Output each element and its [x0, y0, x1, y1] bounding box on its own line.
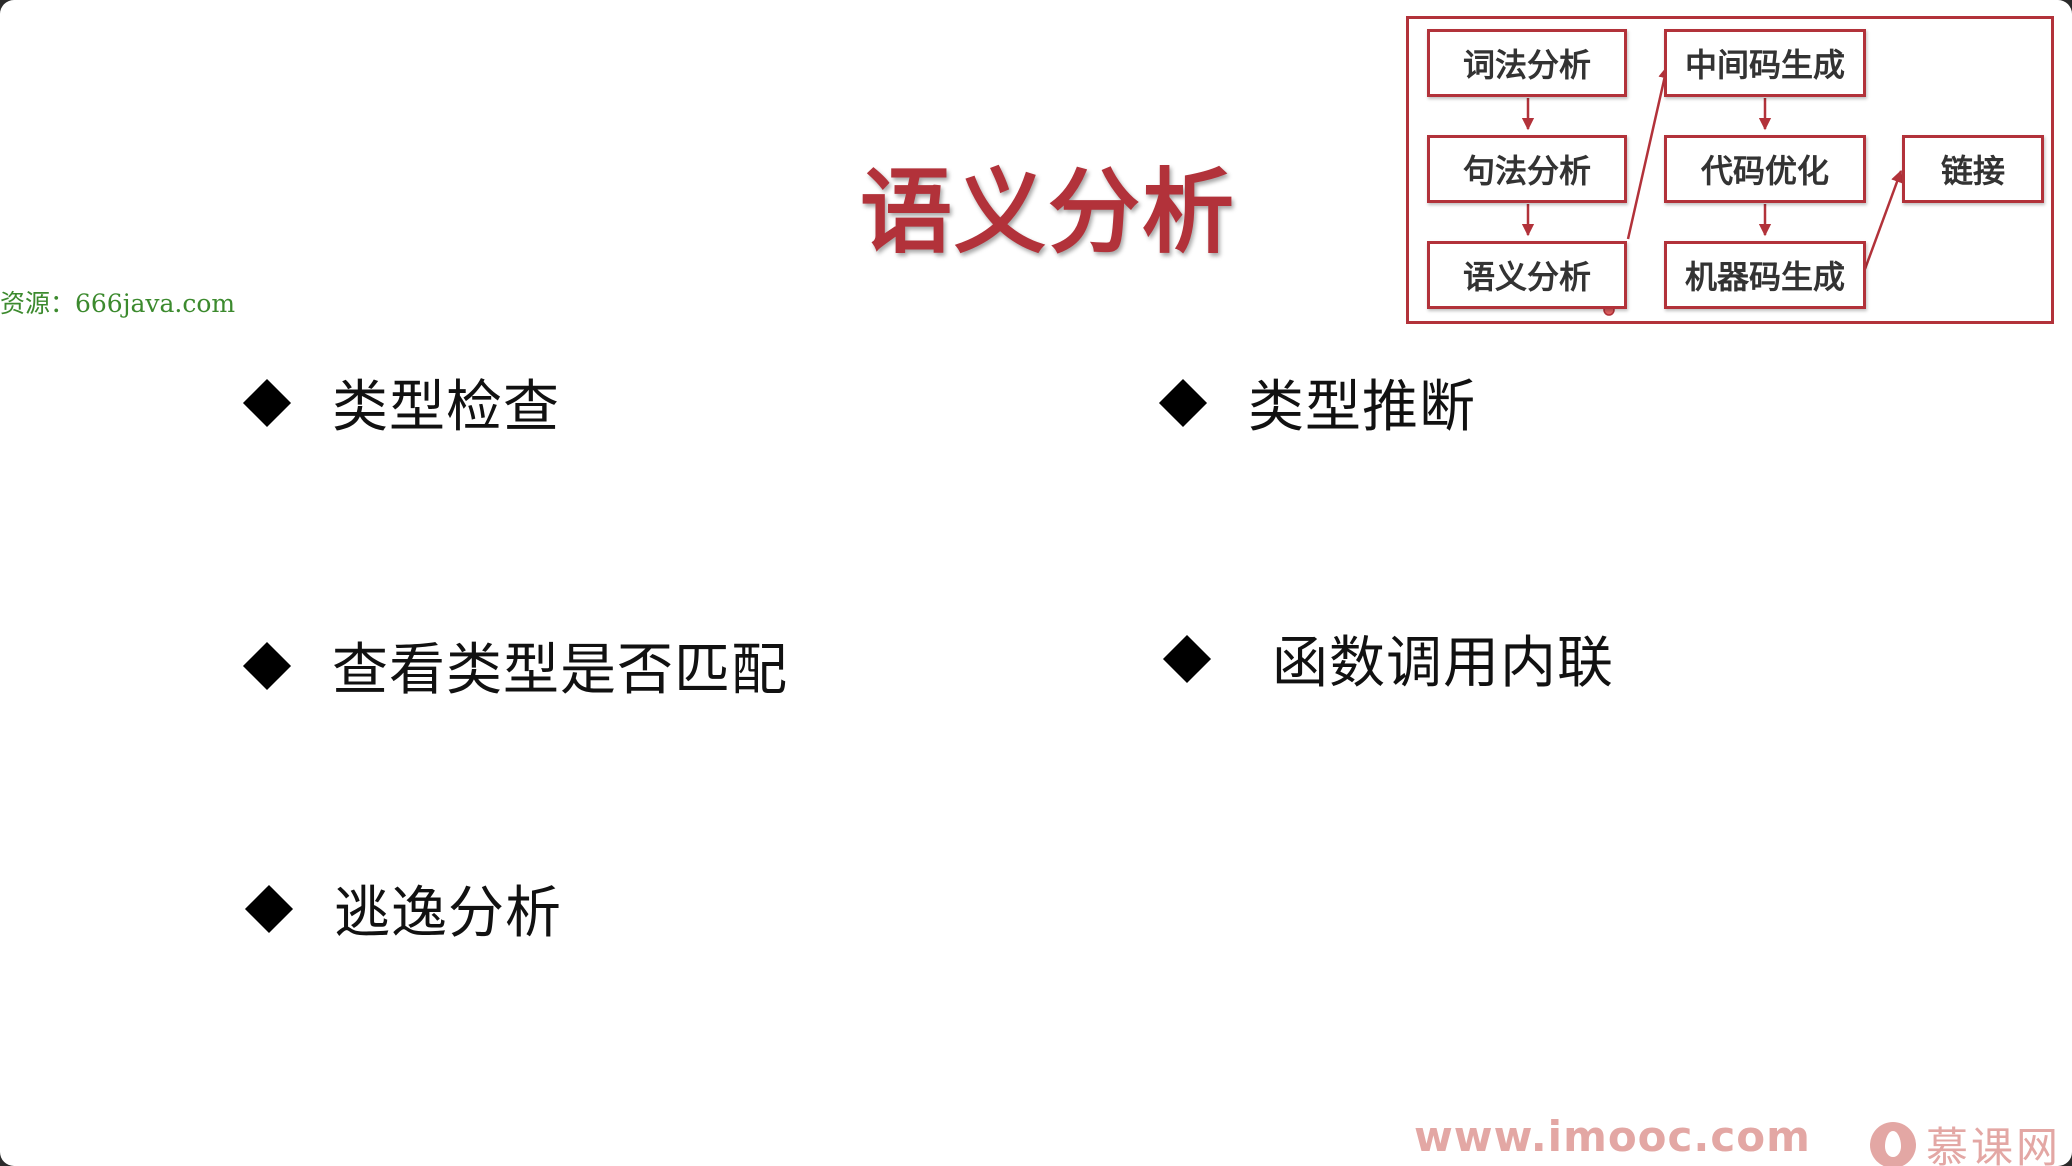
stage-linking: 链接	[1902, 135, 2044, 203]
diamond-bullet-icon	[242, 378, 292, 427]
stage-machine-code-generation: 机器码生成	[1664, 241, 1866, 309]
arrow-semantic-to-irgen	[1626, 65, 1671, 240]
slide-title: 语义分析	[860, 159, 1237, 266]
bullet-text: 查看类型是否匹配	[332, 638, 788, 703]
arrow-machine-to-link	[1863, 169, 1903, 270]
bullet-text: 逃逸分析	[334, 881, 562, 946]
diamond-bullet-icon	[1158, 378, 1208, 427]
diamond-bullet-icon	[244, 884, 294, 933]
footer-brand-watermark: 慕课网	[1870, 1114, 2061, 1166]
stage-semantic-analysis: 语义分析	[1427, 241, 1627, 309]
footer-brand-text: 慕课网	[1926, 1123, 2062, 1166]
diamond-bullet-icon	[1162, 634, 1212, 683]
stage-ir-generation: 中间码生成	[1664, 29, 1866, 97]
bullet-function-inline: 函数调用内联	[1162, 618, 1614, 699]
flame-logo-icon	[1870, 1121, 1916, 1166]
bullet-escape-analysis: 逃逸分析	[244, 868, 562, 949]
stage-syntax-analysis: 句法分析	[1427, 135, 1627, 203]
bullet-type-match: 查看类型是否匹配	[242, 625, 788, 706]
bullet-type-inference: 类型推断	[1158, 362, 1476, 443]
slide-canvas: 资源：666java.com 语义分析 词法分析 句法分析 语义分析 中间码生成…	[0, 0, 2072, 1166]
bullet-text: 类型检查	[332, 375, 560, 440]
footer-url-watermark: www.imooc.com	[1414, 1112, 1811, 1161]
bullet-text: 函数调用内联	[1272, 631, 1614, 696]
stage-code-optimization: 代码优化	[1664, 135, 1866, 203]
bullet-text: 类型推断	[1248, 375, 1476, 440]
stage-lexical-analysis: 词法分析	[1427, 29, 1627, 97]
source-watermark: 资源：666java.com	[0, 289, 236, 318]
bullet-type-check: 类型检查	[242, 362, 560, 443]
compiler-pipeline-diagram: 词法分析 句法分析 语义分析 中间码生成 代码优化 机器码生成 链接	[1406, 16, 2054, 324]
diamond-bullet-icon	[242, 641, 292, 690]
